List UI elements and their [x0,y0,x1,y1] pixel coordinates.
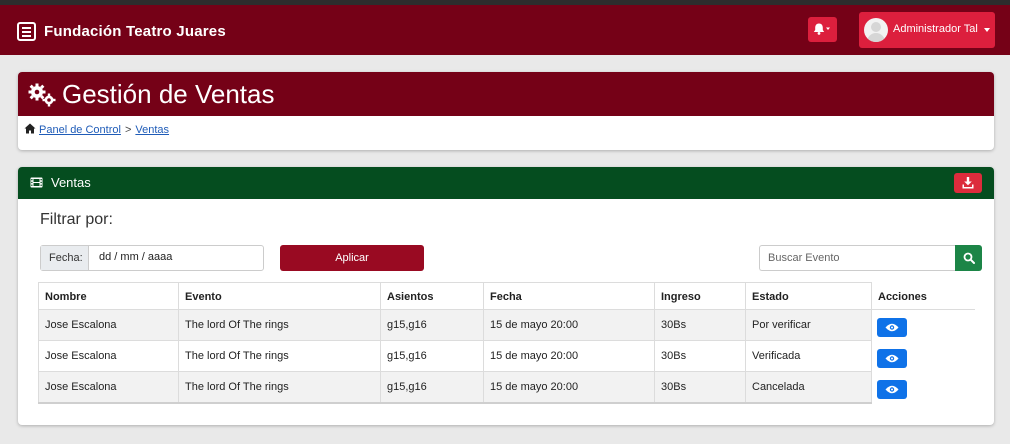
cell-asientos: g15,g16 [380,340,484,372]
sales-card-title: Ventas [51,175,91,190]
cell-acciones [871,340,975,372]
breadcrumb-separator: > [124,124,132,136]
search-input[interactable]: Buscar Evento [759,245,955,271]
column-header: Asientos [380,282,484,310]
column-header: Evento [178,282,381,310]
film-icon [30,177,43,188]
table-header-row: Nombre Evento Asientos Fecha Ingreso Est… [38,282,975,310]
user-menu-button[interactable]: Administrador Tal [859,12,995,48]
cell-ingreso: 30Bs [654,309,746,341]
menu-icon[interactable] [17,22,36,41]
cell-fecha: 15 de mayo 20:00 [483,371,655,404]
breadcrumb-ventas-link[interactable]: Ventas [135,124,169,136]
cell-acciones [871,371,975,403]
sales-card: Ventas Filtrar por: Fecha: dd / mm / aaa… [18,167,994,425]
search-button[interactable] [955,245,982,271]
breadcrumb-dashboard-link[interactable]: Panel de Control [39,124,121,136]
view-button[interactable] [877,318,907,337]
user-name: Administrador Tal [893,23,978,35]
cell-asientos: g15,g16 [380,309,484,341]
cell-evento: The lord Of The rings [178,340,381,372]
download-icon [962,177,974,189]
home-icon [24,123,36,134]
page-title: Gestión de Ventas [62,79,275,109]
cell-evento: The lord Of The rings [178,309,381,341]
column-header: Estado [745,282,872,310]
column-header: Ingreso [654,282,746,310]
search-icon [963,252,975,264]
download-button[interactable] [954,173,982,193]
cell-evento: The lord Of The rings [178,371,381,404]
page-header-card: Gestión de Ventas Panel de Control > Venta… [18,72,994,150]
eye-icon [885,323,899,332]
cell-nombre: Jose Escalona [38,340,179,372]
cell-fecha: 15 de mayo 20:00 [483,340,655,372]
table-row: Jose Escalona The lord Of The rings g15,… [38,340,975,372]
column-header: Fecha [483,282,655,310]
date-label: Fecha: [41,246,89,270]
cell-asientos: g15,g16 [380,371,484,404]
filter-label: Filtrar por: [40,211,113,228]
eye-icon [885,354,899,362]
view-button[interactable] [877,348,907,368]
cell-acciones [871,309,975,341]
apply-button[interactable]: Aplicar [280,245,424,271]
cell-nombre: Jose Escalona [38,309,179,341]
avatar [864,18,888,42]
table-row: Jose Escalona The lord Of The rings g15,… [38,309,975,341]
cell-nombre: Jose Escalona [38,371,179,404]
bell-icon [813,23,830,35]
cogs-icon [28,83,56,107]
cell-ingreso: 30Bs [654,371,746,404]
cell-estado: Por verificar [745,309,872,341]
column-header: Nombre [38,282,179,310]
cell-estado: Cancelada [745,371,872,404]
cell-ingreso: 30Bs [654,340,746,372]
view-button[interactable] [877,379,907,399]
column-header: Acciones [871,282,975,310]
brand-name: Fundación Teatro Juares [44,23,226,40]
breadcrumb: Panel de Control > Ventas [24,123,169,136]
table-row: Jose Escalona The lord Of The rings g15,… [38,371,975,404]
eye-icon [885,385,899,393]
chevron-down-icon [984,28,990,32]
date-input[interactable]: dd / mm / aaaa [99,251,172,263]
sales-card-header: Ventas [18,167,994,199]
cell-fecha: 15 de mayo 20:00 [483,309,655,341]
navbar: Fundación Teatro Juares Administrador Ta… [0,5,1010,55]
date-filter: Fecha: dd / mm / aaaa [40,245,264,271]
page-header-band: Gestión de Ventas [18,72,994,116]
sales-table: Nombre Evento Asientos Fecha Ingreso Est… [38,282,975,404]
cell-estado: Verificada [745,340,872,372]
notifications-button[interactable] [808,17,837,42]
